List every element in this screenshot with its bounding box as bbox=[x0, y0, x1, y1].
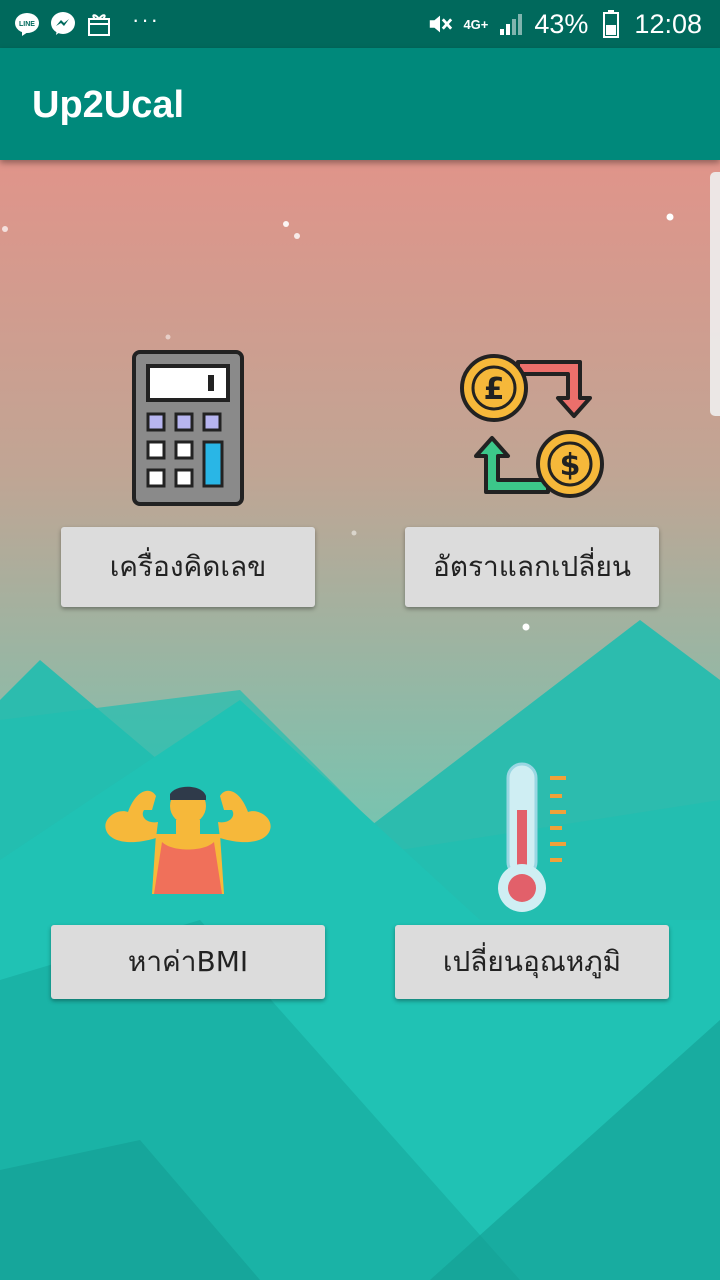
messenger-icon bbox=[50, 11, 76, 37]
status-bar-left: LINE ··· bbox=[14, 7, 160, 38]
battery-icon bbox=[598, 10, 624, 38]
main-content[interactable]: £ $ เครื่องคิดเลข อัตราแลกเปลี่ยน หาค่าB… bbox=[0, 160, 720, 1280]
network-type: 4G+ bbox=[463, 16, 489, 32]
currency-exchange-icon[interactable]: £ $ bbox=[458, 352, 608, 502]
exchange-rate-button[interactable]: อัตราแลกเปลี่ยน bbox=[405, 527, 659, 607]
clock: 12:08 bbox=[634, 8, 702, 39]
scrollbar[interactable] bbox=[710, 172, 720, 416]
svg-text:$: $ bbox=[560, 448, 581, 483]
calculator-icon[interactable] bbox=[132, 350, 244, 506]
svg-text:LINE: LINE bbox=[19, 21, 35, 28]
gift-icon bbox=[86, 11, 112, 37]
more-notifications: ··· bbox=[132, 7, 160, 32]
svg-text:£: £ bbox=[484, 372, 505, 407]
mute-icon bbox=[427, 11, 453, 37]
app-bar: Up2Ucal bbox=[0, 48, 720, 160]
battery-percent: 43% bbox=[534, 8, 589, 39]
app-title: Up2Ucal bbox=[32, 84, 185, 126]
line-icon: LINE bbox=[14, 11, 40, 37]
background-illustration bbox=[0, 160, 720, 1280]
thermometer-icon[interactable] bbox=[496, 760, 572, 916]
status-bar-right: 4G+ 43% 12:08 bbox=[427, 6, 702, 42]
status-bar: LINE ··· 4G+ 43% 12:08 bbox=[0, 0, 720, 48]
calculator-button[interactable]: เครื่องคิดเลข bbox=[61, 527, 315, 607]
bmi-button[interactable]: หาค่าBMI bbox=[51, 925, 325, 999]
muscle-man-icon[interactable] bbox=[100, 786, 276, 898]
signal-icon bbox=[498, 11, 524, 37]
temperature-button[interactable]: เปลี่ยนอุณหภูมิ bbox=[395, 925, 669, 999]
